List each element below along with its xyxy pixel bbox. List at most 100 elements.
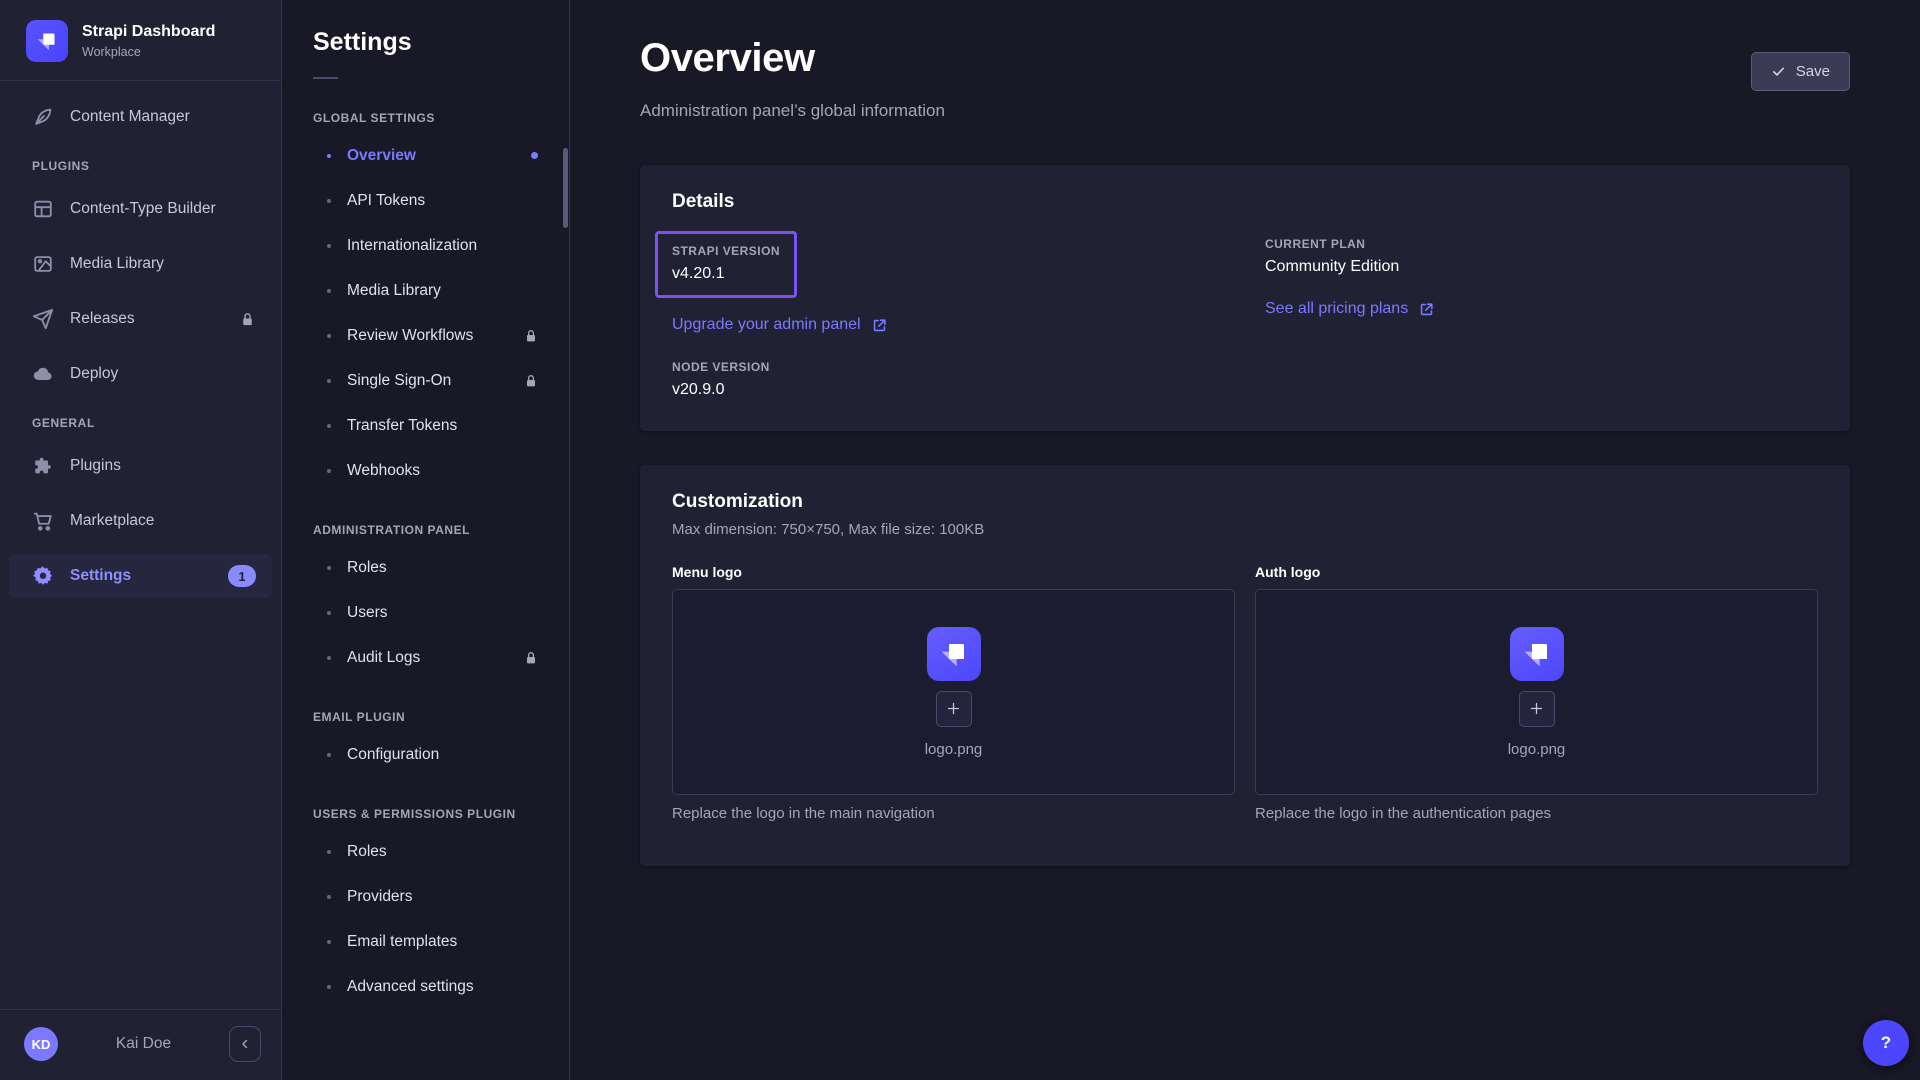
bullet-icon xyxy=(327,850,331,854)
subnav-item-label: Webhooks xyxy=(347,462,420,480)
cloud-icon xyxy=(32,363,54,385)
main-sidebar: Strapi Dashboard Workplace Content Manag… xyxy=(0,0,282,1080)
page-subtitle: Administration panel’s global informatio… xyxy=(640,101,1850,121)
sidebar-item-marketplace[interactable]: Marketplace xyxy=(9,499,272,543)
sidebar-item-label: Plugins xyxy=(70,457,121,475)
upgrade-link-label: Upgrade your admin panel xyxy=(672,316,861,334)
puzzle-icon xyxy=(32,455,54,477)
workspace-brand[interactable]: Strapi Dashboard Workplace xyxy=(0,0,281,80)
subnav-item-label: Users xyxy=(347,604,387,622)
details-heading: Details xyxy=(672,191,1818,213)
auth-logo-label: Auth logo xyxy=(1255,564,1818,580)
subnav-section-users-permissions: USERS & PERMISSIONS PLUGIN xyxy=(282,807,569,821)
sidebar-item-label: Deploy xyxy=(70,365,118,383)
subnav-item-single-sign-on[interactable]: Single Sign-On xyxy=(282,358,569,403)
save-button[interactable]: Save xyxy=(1751,52,1850,91)
strapi-version-highlight: STRAPI VERSION v4.20.1 xyxy=(655,231,797,298)
details-left-column: STRAPI VERSION v4.20.1 Upgrade your admi… xyxy=(672,225,1225,399)
node-version-label: NODE VERSION xyxy=(672,360,1225,374)
subnav-item-media-library[interactable]: Media Library xyxy=(282,268,569,313)
sidebar-item-label: Content Manager xyxy=(70,108,190,126)
sidebar-nav: Content Manager PLUGINS Content-Type Bui… xyxy=(0,81,281,609)
node-version-field: NODE VERSION v20.9.0 xyxy=(672,360,1225,399)
subnav-item-api-tokens[interactable]: API Tokens xyxy=(282,178,569,223)
sidebar-item-label: Settings xyxy=(70,567,131,585)
cart-icon xyxy=(32,510,54,532)
subnav-item-users[interactable]: Users xyxy=(282,590,569,635)
image-icon xyxy=(32,253,54,275)
auth-logo-section: Auth logo logo.png Replace the logo in t… xyxy=(1255,564,1818,822)
subnav-item-audit-logs[interactable]: Audit Logs xyxy=(282,635,569,680)
subnav-item-internationalization[interactable]: Internationalization xyxy=(282,223,569,268)
subnav-item-webhooks[interactable]: Webhooks xyxy=(282,448,569,493)
subnav-item-email-templates[interactable]: Email templates xyxy=(282,919,569,964)
check-icon xyxy=(1771,64,1786,79)
customization-card: Customization Max dimension: 750×750, Ma… xyxy=(640,465,1850,866)
subnav-title: Settings xyxy=(282,28,569,57)
settings-notification-badge: 1 xyxy=(228,565,256,587)
sidebar-item-label: Releases xyxy=(70,310,135,328)
subnav-item-label: Media Library xyxy=(347,282,441,300)
sidebar-item-plugins[interactable]: Plugins xyxy=(9,444,272,488)
pricing-plans-link[interactable]: See all pricing plans xyxy=(1265,300,1435,318)
pricing-link-label: See all pricing plans xyxy=(1265,300,1408,318)
strapi-logo-icon xyxy=(26,20,68,62)
sidebar-item-deploy[interactable]: Deploy xyxy=(9,352,272,396)
subnav-item-admin-roles[interactable]: Roles xyxy=(282,545,569,590)
subnav-section-administration-panel: ADMINISTRATION PANEL xyxy=(282,523,569,537)
sidebar-section-general: GENERAL xyxy=(0,416,281,430)
notification-dot-icon xyxy=(531,152,538,159)
gear-icon xyxy=(32,565,54,587)
lock-icon xyxy=(523,373,539,389)
subnav-item-configuration[interactable]: Configuration xyxy=(282,732,569,777)
subnav-scrollbar[interactable] xyxy=(563,148,568,228)
strapi-admin-app: Strapi Dashboard Workplace Content Manag… xyxy=(0,0,1920,1080)
bullet-icon xyxy=(327,379,331,383)
auth-logo-caption: Replace the logo in the authentication p… xyxy=(1255,805,1818,822)
lock-icon xyxy=(523,328,539,344)
strapi-version-value: v4.20.1 xyxy=(672,265,780,283)
bullet-icon xyxy=(327,566,331,570)
pen-icon xyxy=(32,106,54,128)
bullet-icon xyxy=(327,244,331,248)
auth-logo-add-button[interactable] xyxy=(1519,691,1555,727)
menu-logo-upload-box[interactable]: logo.png xyxy=(672,589,1235,795)
subnav-item-providers[interactable]: Providers xyxy=(282,874,569,919)
chevron-left-icon xyxy=(238,1037,252,1051)
sidebar-item-settings[interactable]: Settings 1 xyxy=(9,554,272,598)
menu-logo-section: Menu logo logo.png Replace the logo in t… xyxy=(672,564,1235,822)
plus-icon xyxy=(1528,700,1545,717)
strapi-version-label: STRAPI VERSION xyxy=(672,244,780,258)
sidebar-item-content-type-builder[interactable]: Content-Type Builder xyxy=(9,187,272,231)
bullet-icon xyxy=(327,940,331,944)
subnav-item-overview[interactable]: Overview xyxy=(282,133,569,178)
bullet-icon xyxy=(327,469,331,473)
lock-icon xyxy=(239,311,256,328)
help-button[interactable]: ? xyxy=(1863,1020,1909,1066)
user-name: Kai Doe xyxy=(66,1035,221,1053)
avatar[interactable]: KD xyxy=(24,1027,58,1061)
auth-logo-upload-box[interactable]: logo.png xyxy=(1255,589,1818,795)
subnav-item-label: API Tokens xyxy=(347,192,425,210)
auth-logo-filename: logo.png xyxy=(1508,741,1566,758)
external-link-icon xyxy=(1418,301,1435,318)
collapse-sidebar-button[interactable] xyxy=(229,1026,261,1062)
current-plan-value: Community Edition xyxy=(1265,258,1818,276)
subnav-item-review-workflows[interactable]: Review Workflows xyxy=(282,313,569,358)
main-content: Overview Save Administration panel’s glo… xyxy=(570,0,1920,1080)
subnav-item-label: Review Workflows xyxy=(347,327,473,345)
sidebar-item-releases[interactable]: Releases xyxy=(9,297,272,341)
bullet-icon xyxy=(327,424,331,428)
subnav-item-transfer-tokens[interactable]: Transfer Tokens xyxy=(282,403,569,448)
menu-logo-add-button[interactable] xyxy=(936,691,972,727)
bullet-icon xyxy=(327,289,331,293)
current-plan-field: CURRENT PLAN Community Edition xyxy=(1265,237,1818,276)
upgrade-admin-panel-link[interactable]: Upgrade your admin panel xyxy=(672,316,888,334)
sidebar-item-media-library[interactable]: Media Library xyxy=(9,242,272,286)
subnav-item-up-roles[interactable]: Roles xyxy=(282,829,569,874)
bullet-icon xyxy=(327,334,331,338)
subnav-item-label: Internationalization xyxy=(347,237,477,255)
subnav-item-advanced-settings[interactable]: Advanced settings xyxy=(282,964,569,1009)
node-version-value: v20.9.0 xyxy=(672,381,1225,399)
sidebar-item-content-manager[interactable]: Content Manager xyxy=(9,95,272,139)
